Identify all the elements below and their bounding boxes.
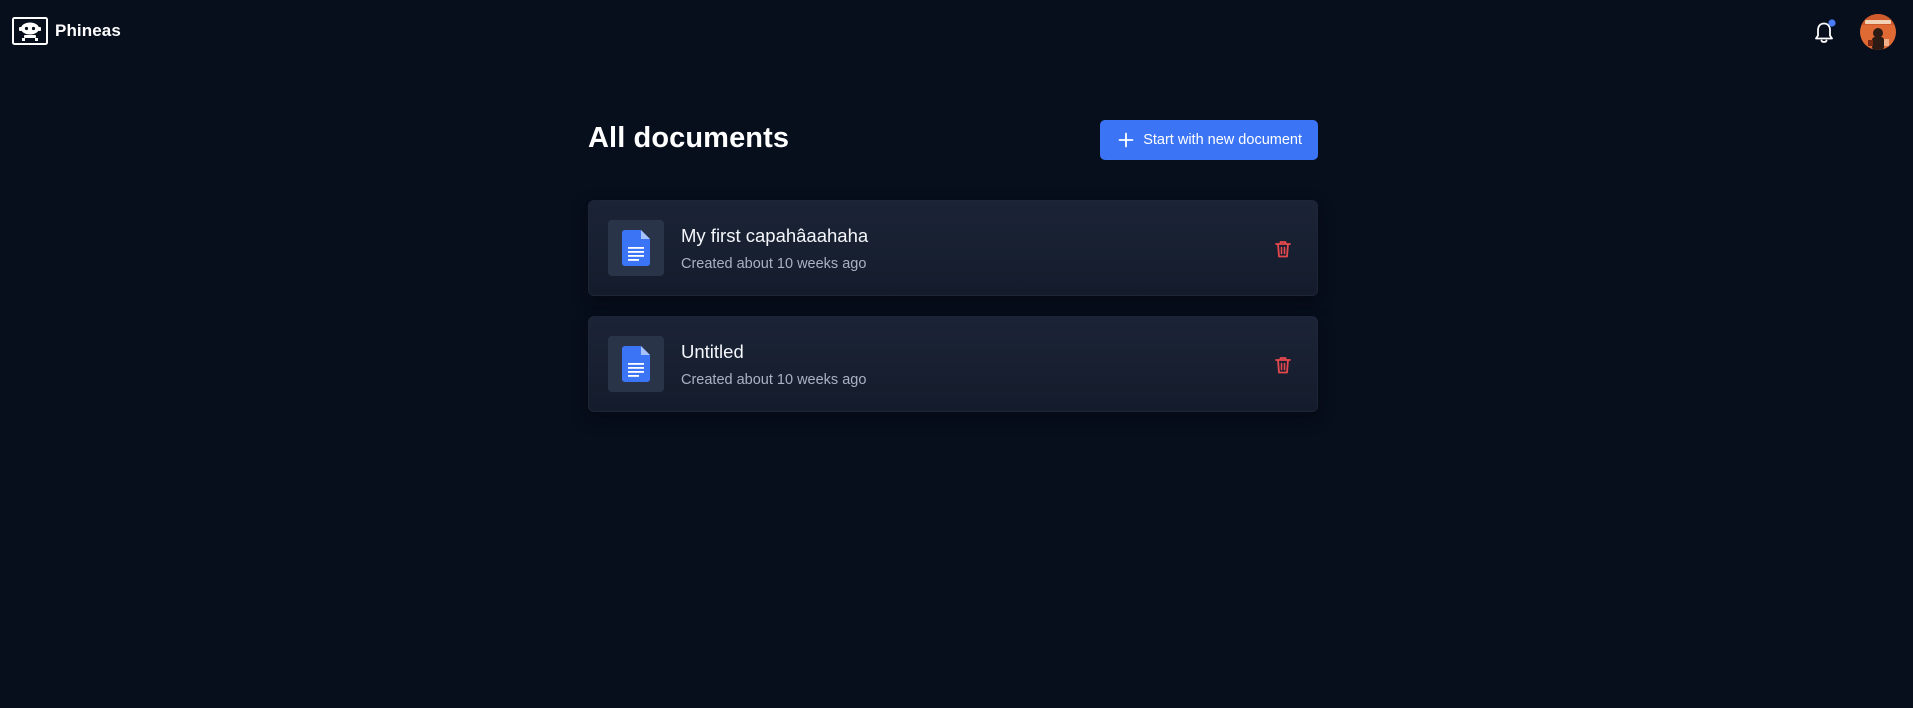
trash-icon bbox=[1275, 357, 1291, 374]
user-avatar[interactable] bbox=[1860, 14, 1896, 50]
document-card[interactable]: My first capahâaahaha Created about 10 w… bbox=[588, 200, 1318, 296]
document-title: Untitled bbox=[681, 341, 744, 362]
top-bar: Phineas bbox=[0, 0, 1913, 64]
document-icon bbox=[622, 230, 650, 266]
document-created-date: Created about 10 weeks ago bbox=[681, 372, 867, 388]
document-list: My first capahâaahaha Created about 10 w… bbox=[588, 200, 1318, 432]
document-created-date: Created about 10 weeks ago bbox=[681, 256, 867, 272]
documents-page: All documents Start with new document My… bbox=[588, 120, 1318, 412]
document-thumbnail bbox=[608, 220, 664, 276]
brand-home-link[interactable]: Phineas bbox=[12, 17, 121, 45]
new-document-label: Start with new document bbox=[1143, 132, 1302, 148]
notifications-button[interactable] bbox=[1812, 18, 1838, 46]
document-title: My first capahâaahaha bbox=[681, 225, 869, 246]
notification-dot bbox=[1828, 19, 1836, 27]
page-header: All documents Start with new document bbox=[588, 120, 1318, 160]
trash-icon bbox=[1275, 241, 1291, 258]
document-icon bbox=[622, 346, 650, 382]
brand-name: Phineas bbox=[55, 21, 121, 40]
new-document-button[interactable]: Start with new document bbox=[1100, 120, 1318, 160]
avatar-image bbox=[1860, 14, 1896, 50]
robot-logo-icon bbox=[12, 17, 48, 45]
document-thumbnail bbox=[608, 336, 664, 392]
document-card[interactable]: Untitled Created about 10 weeks ago bbox=[588, 316, 1318, 412]
delete-document-button[interactable] bbox=[1273, 239, 1293, 259]
page-title: All documents bbox=[588, 122, 790, 154]
plus-icon bbox=[1118, 132, 1134, 148]
delete-document-button[interactable] bbox=[1273, 355, 1293, 375]
bell-icon bbox=[1815, 19, 1836, 43]
